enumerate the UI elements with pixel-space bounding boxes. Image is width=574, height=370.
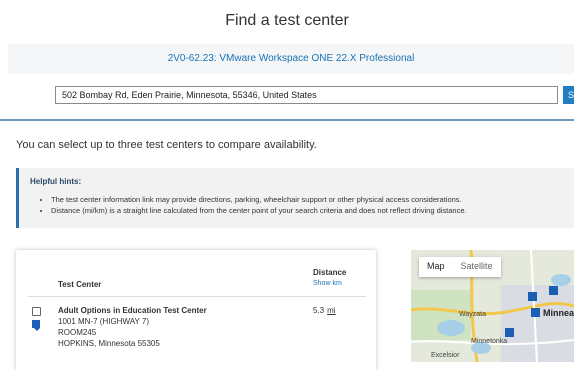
map-tab-satellite[interactable]: Satellite	[453, 257, 501, 277]
map-marker-icon	[32, 320, 40, 331]
header-divider	[28, 296, 366, 297]
distance-unit-link[interactable]: mi	[327, 306, 335, 315]
exam-name-link[interactable]: 2V0-62.23: VMware Workspace ONE 22.X Pro…	[8, 53, 574, 64]
section-divider	[0, 119, 574, 121]
test-center-name-link[interactable]: Adult Options in Education Test Center	[58, 306, 207, 315]
map-pin-icon[interactable]	[528, 292, 537, 301]
hint-item: The test center information link may pro…	[51, 194, 467, 205]
map-pin-icon[interactable]	[531, 308, 540, 317]
hint-item: Distance (mi/km) is a straight line calc…	[51, 205, 467, 216]
column-header-distance: Distance	[313, 268, 347, 277]
map-label-wayzata: Wayzata	[459, 311, 486, 318]
search-button[interactable]: S	[563, 86, 574, 104]
map-pin-icon[interactable]	[505, 328, 514, 337]
distance-number: 5.3	[313, 306, 325, 315]
map-label-excelsior: Excelsior	[431, 352, 460, 359]
compare-instructions: You can select up to three test centers …	[16, 139, 317, 151]
results-map[interactable]: Map Satellite Wayzata Minnea Minnetonka …	[411, 250, 574, 362]
map-label-minneapolis: Minnea	[543, 308, 574, 318]
address-city: HOPKINS, Minnesota 55305	[58, 339, 160, 348]
map-type-toggle: Map Satellite	[419, 257, 501, 277]
location-search-input[interactable]	[55, 86, 558, 104]
exam-banner: 2V0-62.23: VMware Workspace ONE 22.X Pro…	[8, 44, 574, 74]
address-line-2: ROOM245	[58, 328, 97, 337]
hints-title: Helpful hints:	[30, 177, 82, 186]
map-pin-icon[interactable]	[549, 286, 558, 295]
map-tab-map[interactable]: Map	[419, 257, 453, 277]
show-km-link[interactable]: Show km	[313, 280, 342, 287]
helpful-hints-panel: Helpful hints: The test center informati…	[16, 168, 574, 228]
address-line-1: 1001 MN-7 (HIGHWAY 7)	[58, 317, 149, 326]
page-title: Find a test center	[225, 12, 349, 29]
column-header-test-center: Test Center	[58, 280, 102, 289]
test-center-results: Test Center Distance Show km Adult Optio…	[16, 250, 376, 370]
distance-value: 5.3 mi	[313, 306, 336, 315]
hints-list: The test center information link may pro…	[41, 194, 467, 216]
map-label-minnetonka: Minnetonka	[471, 338, 508, 345]
compare-checkbox[interactable]	[32, 307, 41, 316]
